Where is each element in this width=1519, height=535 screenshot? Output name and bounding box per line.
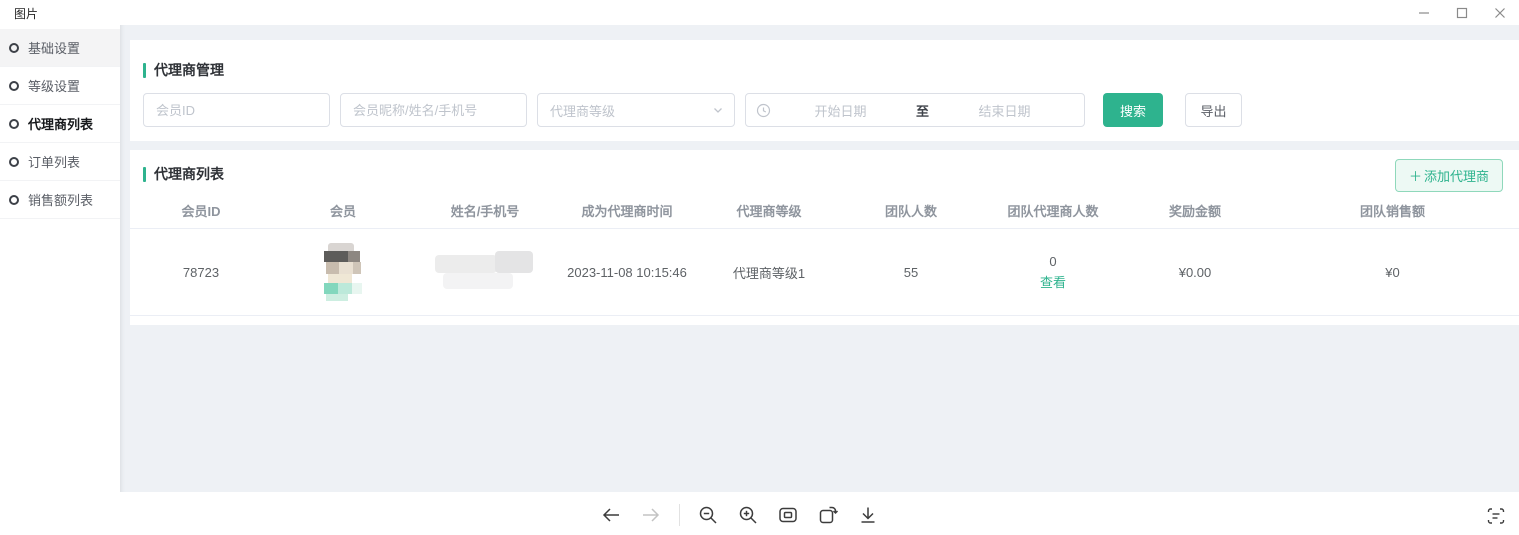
close-icon[interactable] [1481, 0, 1519, 25]
column-header: 代理商等级 [698, 201, 840, 220]
sidebar-item-label: 销售额列表 [28, 190, 93, 209]
cell-team-count: 55 [840, 265, 982, 280]
app-title: 图片 [14, 5, 38, 22]
toolbar-divider [679, 504, 680, 526]
end-date-placeholder: 结束日期 [935, 101, 1074, 120]
sidebar-item-level-settings[interactable]: 等级设置 [0, 67, 120, 105]
sidebar-item-label: 等级设置 [28, 76, 80, 95]
add-agent-label: 添加代理商 [1424, 166, 1489, 185]
zoom-in-icon[interactable] [736, 503, 760, 527]
agent-level-select[interactable]: 代理商等级 [537, 93, 735, 127]
photo-toolbar [599, 503, 880, 527]
redacted-text [435, 251, 535, 293]
cell-agent-level: 代理商等级1 [698, 263, 840, 282]
circle-icon [9, 157, 19, 167]
rotate-icon[interactable] [816, 503, 840, 527]
column-header: 团队人数 [840, 201, 982, 220]
start-date-placeholder: 开始日期 [771, 101, 910, 120]
sidebar-item-label: 订单列表 [28, 152, 80, 171]
title-accent-bar [143, 63, 146, 78]
title-accent-bar [143, 167, 146, 182]
sidebar-item-order-list[interactable]: 订单列表 [0, 143, 120, 181]
circle-icon [9, 81, 19, 91]
clock-icon [756, 103, 771, 118]
photo-viewport: 基础设置 等级设置 代理商列表 订单列表 销售额列表 代理商管理 [0, 25, 1519, 492]
add-agent-button[interactable]: ＋ 添加代理商 [1395, 159, 1503, 192]
forward-icon[interactable] [639, 503, 663, 527]
search-form: 代理商等级 开始日期 至 结束日期 搜索 导出 [143, 93, 1519, 127]
column-header: 团队代理商人数 [982, 201, 1124, 220]
member-id-input[interactable] [143, 93, 330, 127]
panel-title-agent-management: 代理商管理 [143, 60, 1519, 80]
nickname-input[interactable] [340, 93, 527, 127]
select-placeholder: 代理商等级 [550, 101, 615, 120]
main-content: 代理商管理 代理商等级 开始日期 至 结束日期 搜 [120, 25, 1519, 492]
column-header: 会员ID [130, 201, 272, 220]
column-header: 会员 [272, 201, 414, 220]
sidebar: 基础设置 等级设置 代理商列表 订单列表 销售额列表 [0, 25, 120, 492]
column-header: 姓名/手机号 [414, 201, 556, 220]
panel-title-agent-list: 代理商列表 [130, 150, 1519, 184]
panel-title-text: 代理商管理 [154, 60, 224, 80]
table-row: 78723 2023-11-08 10:15:46 代理商等级1 55 0 [130, 229, 1519, 316]
column-header: 奖励金额 [1124, 201, 1266, 220]
cell-member-avatar [272, 243, 414, 301]
sidebar-item-label: 代理商列表 [28, 114, 93, 133]
maximize-icon[interactable] [1443, 0, 1481, 25]
team-agent-count-value: 0 [1049, 254, 1056, 269]
zoom-out-icon[interactable] [696, 503, 720, 527]
agent-management-panel: 代理商管理 代理商等级 开始日期 至 结束日期 搜 [130, 40, 1519, 141]
chevron-down-icon [712, 104, 724, 116]
view-link[interactable]: 查看 [1040, 272, 1066, 291]
circle-icon [9, 43, 19, 53]
panel-title-text: 代理商列表 [154, 164, 224, 184]
circle-icon [9, 119, 19, 129]
sidebar-item-basic-settings[interactable]: 基础设置 [0, 29, 120, 67]
minimize-icon[interactable] [1405, 0, 1443, 25]
cell-member-id: 78723 [130, 265, 272, 280]
date-range-picker[interactable]: 开始日期 至 结束日期 [745, 93, 1085, 127]
window-controls [1405, 0, 1519, 25]
scan-text-icon[interactable] [1485, 505, 1507, 527]
back-icon[interactable] [599, 503, 623, 527]
fit-to-window-icon[interactable] [776, 503, 800, 527]
titlebar: 图片 [0, 0, 1519, 25]
search-button[interactable]: 搜索 [1103, 93, 1163, 127]
cell-reward-amount: ¥0.00 [1124, 265, 1266, 280]
cell-become-time: 2023-11-08 10:15:46 [556, 265, 698, 280]
sidebar-item-label: 基础设置 [28, 38, 80, 57]
date-separator: 至 [910, 101, 935, 120]
cell-name-phone-redacted [414, 251, 556, 293]
export-button[interactable]: 导出 [1185, 93, 1242, 127]
agent-list-panel: 代理商列表 ＋ 添加代理商 会员ID 会员 姓名/手机号 成为代理商时间 代理商… [130, 150, 1519, 325]
sidebar-item-agent-list[interactable]: 代理商列表 [0, 105, 120, 143]
plus-icon: ＋ [1409, 166, 1422, 185]
column-header: 成为代理商时间 [556, 201, 698, 220]
circle-icon [9, 195, 19, 205]
avatar [324, 243, 362, 301]
table-header-row: 会员ID 会员 姓名/手机号 成为代理商时间 代理商等级 团队人数 团队代理商人… [130, 193, 1519, 229]
cell-team-sales: ¥0 [1266, 265, 1519, 280]
cell-team-agent-count: 0 查看 [982, 254, 1124, 291]
column-header: 团队销售额 [1266, 201, 1519, 220]
save-icon[interactable] [856, 503, 880, 527]
sidebar-item-sales-list[interactable]: 销售额列表 [0, 181, 120, 219]
